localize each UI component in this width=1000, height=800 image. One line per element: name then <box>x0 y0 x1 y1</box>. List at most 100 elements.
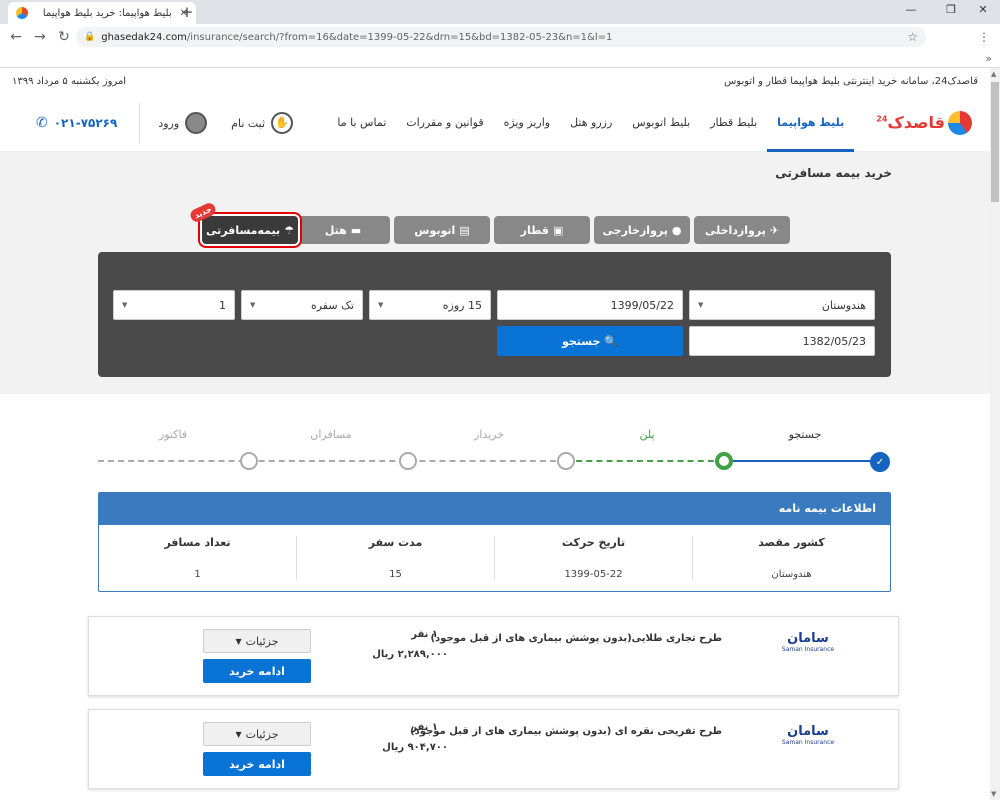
tab-international-flight[interactable]: ● پروازخارجی <box>594 216 690 244</box>
url-text: ghasedak24.com/insurance/search/?from=16… <box>101 31 613 43</box>
scroll-thumb[interactable] <box>991 82 999 202</box>
restore-icon[interactable]: ❐ <box>936 3 966 16</box>
logo-mark-icon <box>948 110 972 135</box>
reload-icon[interactable]: ↻ <box>52 29 76 45</box>
step-line-current <box>566 460 724 462</box>
plane-icon: ✈ <box>769 223 780 237</box>
browser-tab[interactable]: بلیط هواپیما: خرید بلیط هواپیما ✕ <box>8 2 196 24</box>
continue-purchase-button[interactable]: ادامه خرید <box>203 659 311 683</box>
globe-icon: ● <box>671 223 682 237</box>
nav-rules[interactable]: قوانین و مقررات <box>396 94 493 152</box>
progress-steps: جستجو پلن خریدار مسافران فاکتور ✓ <box>98 420 891 472</box>
tab-domestic-flight[interactable]: ✈ پروازداخلی <box>694 216 790 244</box>
step-label-buyer: خریدار <box>473 428 505 441</box>
nav-bus[interactable]: بلیط اتوبوس <box>622 94 700 152</box>
plan-details-button[interactable]: جزئیات ▼ <box>203 629 311 653</box>
search-button[interactable]: 🔍 جستجو <box>497 326 683 356</box>
step-label-passengers: مسافران <box>310 428 352 441</box>
signup-icon: ✋ <box>271 112 294 134</box>
plan-passenger-count: ۱ نفر <box>411 629 438 640</box>
step-pending-dot <box>399 452 417 470</box>
top-info-line: قاصدک24، سامانه خرید اینترنتی بلیط هواپی… <box>0 68 990 94</box>
nav-flight[interactable]: بلیط هواپیما <box>767 94 855 152</box>
new-tab-button[interactable]: + <box>178 2 196 22</box>
main-nav: بلیط هواپیما بلیط قطار بلیط اتوبوس رزرو … <box>327 94 855 152</box>
policy-info-grid: کشور مقصد هندوستان تاریخ حرکت 1399-05-22… <box>99 525 890 591</box>
plan-passenger-count: ۱ نفر <box>411 722 438 733</box>
birth-date-field[interactable]: 1382/05/23 <box>689 326 875 356</box>
close-window-icon[interactable]: ✕ <box>968 3 998 16</box>
browser-toolbar: ← → ↻ 🔒 ghasedak24.com/insurance/search/… <box>0 24 1000 50</box>
logo-text: قاصدک24 <box>876 113 945 132</box>
address-bar[interactable]: 🔒 ghasedak24.com/insurance/search/?from=… <box>76 27 926 47</box>
tab-bus[interactable]: ▤ اتوبوس <box>394 216 490 244</box>
bed-icon: ▬ <box>350 223 362 237</box>
site-header: قاصدک24 بلیط هواپیما بلیط قطار بلیط اتوب… <box>0 94 990 152</box>
umbrella-icon: ☂ <box>284 223 294 237</box>
scroll-down-icon[interactable]: ▼ <box>991 790 996 798</box>
info-destination: کشور مقصد هندوستان <box>692 536 890 580</box>
header-divider <box>139 103 141 143</box>
saman-insurance-logo: سامان Saman Insurance <box>781 631 835 653</box>
tab-travel-insurance[interactable]: ☂ بیمه‌مسافرتی جدید <box>188 201 298 244</box>
plan-card: سامان Saman Insurance طرح تفریحی نقره ای… <box>88 709 899 789</box>
site-logo[interactable]: قاصدک24 <box>876 110 972 135</box>
plan-title: طرح تفریحی نقره ای (بدون پوشش بیماری های… <box>410 726 722 737</box>
destination-select[interactable]: هندوستان ▼ <box>689 290 875 320</box>
step-label-invoice: فاکتور <box>158 428 188 441</box>
step-current-dot <box>715 452 733 470</box>
nav-special-deposit[interactable]: واریز ویژه <box>494 94 561 152</box>
search-icon: 🔍 <box>604 334 619 348</box>
bookmark-star-icon[interactable]: ☆ <box>907 30 918 44</box>
nav-hotel[interactable]: رزرو هتل <box>560 94 622 152</box>
tab-title: بلیط هواپیما: خرید بلیط هواپیما <box>42 7 172 19</box>
chevron-down-icon: ▼ <box>122 301 128 309</box>
chevron-down-icon: ▼ <box>378 301 384 309</box>
browser-menu-icon[interactable]: ⋮ <box>978 30 990 44</box>
browser-tabstrip: بلیط هواپیما: خرید بلیط هواپیما ✕ + — ❐ … <box>0 0 1000 24</box>
site-favicon-icon <box>16 7 28 19</box>
plan-details-button[interactable]: جزئیات ▼ <box>203 722 311 746</box>
passenger-count-select[interactable]: 1 ▼ <box>113 290 235 320</box>
step-pending-dot <box>240 452 258 470</box>
nav-contact[interactable]: تماس با ما <box>327 94 396 152</box>
insurance-search-form: هندوستان ▼ 1399/05/22 15 روزه ▼ تک سفره ▼ 1… <box>98 252 891 377</box>
scroll-up-icon[interactable]: ▲ <box>991 70 996 78</box>
step-label-plan: پلن <box>639 428 655 441</box>
bookmarks-bar: » <box>0 50 1000 68</box>
signup-link[interactable]: ثبت نام ✋ <box>231 112 294 134</box>
train-icon: ▣ <box>553 223 564 237</box>
today-date: امروز یکشنبه ۵ مرداد ۱۳۹۹ <box>12 75 127 87</box>
page-scrollbar[interactable]: ▲ ▼ <box>990 68 1000 800</box>
plan-card: سامان Saman Insurance طرح تجاری طلایی(بد… <box>88 616 899 696</box>
tab-hotel[interactable]: ▬ هتل <box>296 216 390 244</box>
back-icon[interactable]: ← <box>4 29 28 45</box>
page-title: خرید بیمه مسافرتی <box>775 166 892 180</box>
duration-select[interactable]: 15 روزه ▼ <box>369 290 491 320</box>
minimize-icon[interactable]: — <box>896 3 926 16</box>
plan-title: طرح تجاری طلایی(بدون پوشش بیماری های از … <box>430 633 722 644</box>
step-label-search: جستجو <box>788 428 822 441</box>
plan-price: ۹۰۴,۷۰۰ ریال <box>382 742 448 753</box>
forward-icon[interactable]: → <box>28 29 52 45</box>
bookmarks-overflow-icon[interactable]: » <box>985 52 992 65</box>
chevron-down-icon: ▼ <box>235 729 242 739</box>
support-phone[interactable]: ✆ ۰۲۱-۷۵۲۶۹ <box>36 115 117 131</box>
lock-icon: 🔒 <box>84 32 96 42</box>
header-actions: ✆ ۰۲۱-۷۵۲۶۹ ورود ثبت نام ✋ <box>36 94 294 152</box>
step-done-check-icon: ✓ <box>870 452 890 472</box>
departure-date-field[interactable]: 1399/05/22 <box>497 290 683 320</box>
step-line-done <box>724 460 880 462</box>
user-avatar-icon <box>185 112 208 134</box>
continue-purchase-button[interactable]: ادامه خرید <box>203 752 311 776</box>
chevron-down-icon: ▼ <box>250 301 256 309</box>
step-line-pending <box>98 460 566 462</box>
site-page: قاصدک24، سامانه خرید اینترنتی بلیط هواپی… <box>0 68 990 800</box>
login-link[interactable]: ورود <box>158 112 208 134</box>
trip-type-select[interactable]: تک سفره ▼ <box>241 290 363 320</box>
chevron-down-icon: ▼ <box>698 301 704 309</box>
nav-train[interactable]: بلیط قطار <box>700 94 767 152</box>
tab-train[interactable]: ▣ قطار <box>494 216 590 244</box>
info-duration: مدت سفر 15 <box>296 536 494 580</box>
chevron-down-icon: ▼ <box>235 636 242 646</box>
